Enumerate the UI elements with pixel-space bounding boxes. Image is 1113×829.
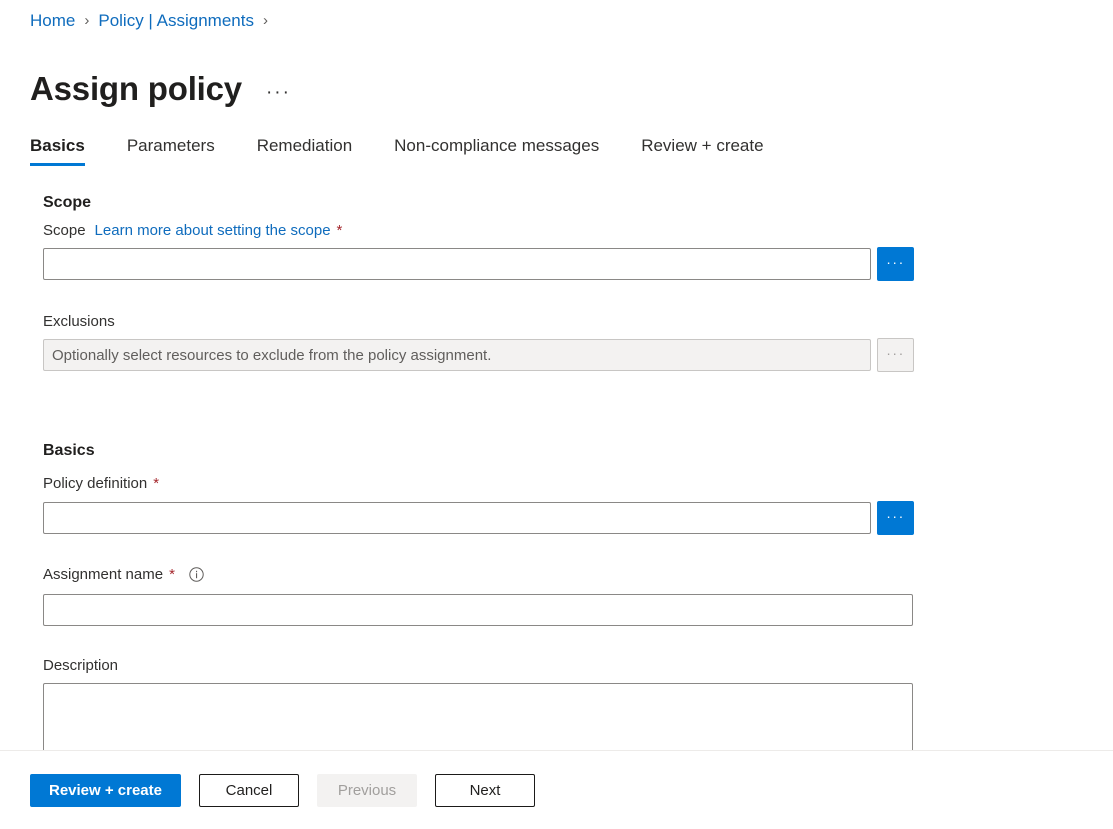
exclusions-field-label: Exclusions bbox=[43, 311, 115, 332]
previous-button[interactable]: Previous bbox=[317, 774, 417, 807]
description-field-label: Description bbox=[43, 655, 118, 676]
breadcrumb: Home › Policy | Assignments › bbox=[30, 8, 277, 34]
scope-label-text: Scope bbox=[43, 220, 86, 241]
tab-parameters[interactable]: Parameters bbox=[127, 135, 215, 166]
tab-remediation[interactable]: Remediation bbox=[257, 135, 352, 166]
chevron-right-icon: › bbox=[263, 8, 268, 34]
review-create-button[interactable]: Review + create bbox=[30, 774, 181, 807]
breadcrumb-item-home[interactable]: Home bbox=[30, 8, 75, 34]
tab-basics[interactable]: Basics bbox=[30, 135, 85, 166]
scope-section-heading: Scope bbox=[43, 192, 91, 214]
policy-definition-label-text: Policy definition bbox=[43, 473, 147, 494]
cancel-button[interactable]: Cancel bbox=[199, 774, 299, 807]
page-header: Assign policy ··· bbox=[30, 46, 291, 132]
scope-required-asterisk: * bbox=[337, 223, 343, 238]
more-options-icon[interactable]: ··· bbox=[266, 83, 291, 103]
exclusions-input[interactable] bbox=[43, 339, 871, 371]
next-button[interactable]: Next bbox=[435, 774, 535, 807]
scope-field-label: Scope Learn more about setting the scope… bbox=[43, 220, 342, 241]
tab-bar: Basics Parameters Remediation Non-compli… bbox=[30, 126, 764, 166]
assign-policy-form: Scope Scope Learn more about setting the… bbox=[0, 182, 1113, 750]
tab-non-compliance-messages[interactable]: Non-compliance messages bbox=[394, 135, 599, 166]
exclusions-picker-button[interactable]: ··· bbox=[877, 338, 914, 372]
policy-definition-picker-button[interactable]: ··· bbox=[877, 501, 914, 535]
tab-review-create[interactable]: Review + create bbox=[641, 135, 763, 166]
assignment-name-label-text: Assignment name bbox=[43, 564, 163, 585]
basics-section-heading: Basics bbox=[43, 440, 95, 462]
assignment-name-field-label: Assignment name * bbox=[43, 564, 204, 585]
description-label-text: Description bbox=[43, 655, 118, 676]
info-icon[interactable] bbox=[189, 567, 204, 582]
footer-action-bar: Review + create Cancel Previous Next bbox=[0, 751, 1113, 829]
policy-definition-required-asterisk: * bbox=[153, 476, 159, 491]
scope-learn-more-link[interactable]: Learn more about setting the scope bbox=[95, 220, 331, 241]
page-title: Assign policy bbox=[30, 68, 242, 110]
chevron-right-icon: › bbox=[84, 8, 89, 34]
description-textarea[interactable] bbox=[43, 683, 913, 750]
exclusions-label-text: Exclusions bbox=[43, 311, 115, 332]
assign-policy-page: Home › Policy | Assignments › Assign pol… bbox=[0, 0, 1113, 829]
assignment-name-required-asterisk: * bbox=[169, 567, 175, 582]
scope-picker-button[interactable]: ··· bbox=[877, 247, 914, 281]
scope-input[interactable] bbox=[43, 248, 871, 280]
breadcrumb-item-policy-assignments[interactable]: Policy | Assignments bbox=[98, 8, 254, 34]
policy-definition-input[interactable] bbox=[43, 502, 871, 534]
assignment-name-input[interactable] bbox=[43, 594, 913, 626]
policy-definition-field-label: Policy definition * bbox=[43, 473, 159, 494]
